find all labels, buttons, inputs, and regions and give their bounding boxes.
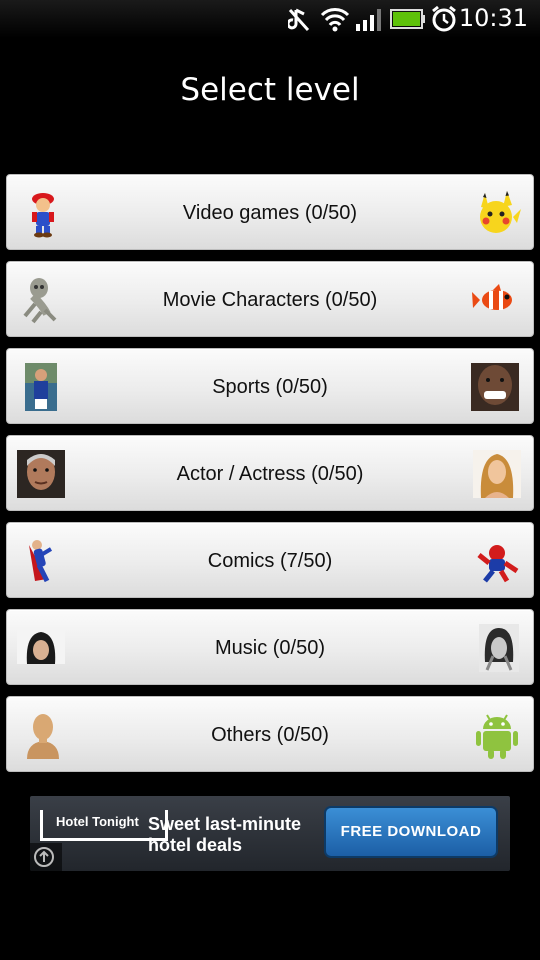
ad-info-icon[interactable] [30,843,62,871]
android-robot-icon [471,709,523,761]
page-title: Select level [180,72,360,108]
alarm-icon [430,5,458,37]
ad-download-button[interactable]: FREE DOWNLOAD [324,806,498,858]
level-list: Video games (0/50) Movie Characters (0/5… [6,174,534,783]
level-button-comics[interactable]: Comics (7/50) [6,522,534,598]
level-label: Actor / Actress (0/50) [176,463,364,485]
status-time: 10:31 [458,4,528,32]
level-label: Sports (0/50) [212,376,328,398]
level-button-others[interactable]: Others (0/50) [6,696,534,772]
status-bar: 10:31 [0,0,540,38]
ad-headline: Sweet last-minute hotel deals [148,814,302,855]
level-button-music[interactable]: Music (0/50) [6,609,534,685]
ad-brand: Hotel Tonight [56,814,139,829]
battery-icon [390,9,426,33]
level-button-video-games[interactable]: Video games (0/50) [6,174,534,250]
pikachu-icon [471,187,523,239]
mute-icon [286,6,310,36]
level-label: Movie Characters (0/50) [162,289,378,311]
level-button-movie-characters[interactable]: Movie Characters (0/50) [6,261,534,337]
level-label: Music (0/50) [214,637,326,659]
musician-photo-icon [479,622,519,674]
clownfish-icon [471,274,523,326]
boxer-icon [471,361,523,413]
ad-banner[interactable]: Hotel Tonight Sweet last-minute hotel de… [30,796,510,871]
level-label: Comics (7/50) [207,550,333,572]
level-button-actor-actress[interactable]: Actor / Actress (0/50) [6,435,534,511]
actress-photo-icon [471,448,523,500]
signal-icon [355,6,385,36]
level-label: Others (0/50) [211,724,329,746]
level-button-sports[interactable]: Sports (0/50) [6,348,534,424]
spiderman-icon [471,535,523,587]
level-label: Video games (0/50) [182,202,358,224]
wifi-icon [320,6,350,36]
